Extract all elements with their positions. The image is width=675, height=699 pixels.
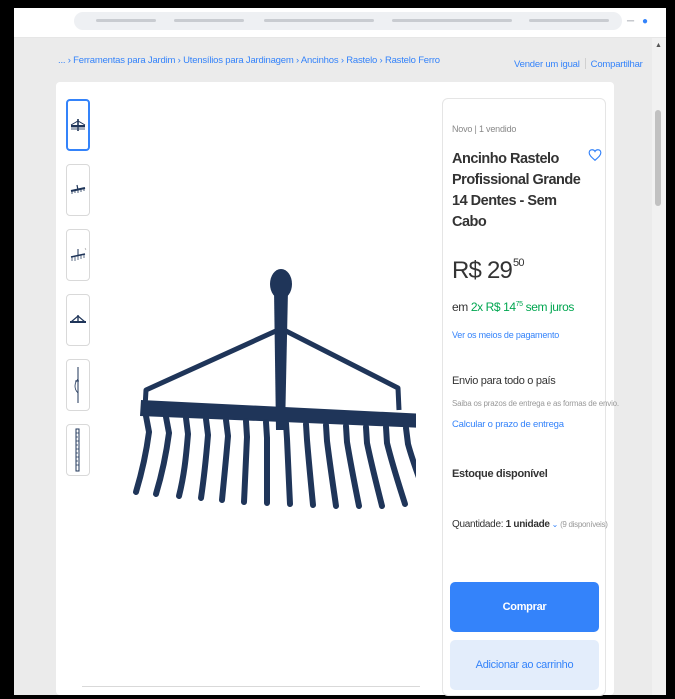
ruler-thumbnail-icon	[75, 428, 80, 472]
rake-front-thumbnail-icon	[70, 119, 86, 131]
favorite-heart-icon[interactable]	[588, 148, 602, 162]
product-main-image[interactable]	[116, 260, 416, 520]
buy-box: Novo | 1 vendido Ancinho Rastelo Profiss…	[442, 98, 619, 696]
installments-prefix: em	[452, 300, 471, 314]
calculate-delivery-link[interactable]: Calcular o prazo de entrega	[452, 419, 564, 430]
browser-address-bar: ─ ●	[14, 8, 666, 38]
url-text-fragment	[264, 19, 374, 22]
installments-count: 2x R$ 14	[470, 300, 516, 314]
condition-label: Novo | 1 vendido	[452, 124, 517, 134]
breadcrumb-item[interactable]: ... › Ferramentas para Jardim	[58, 55, 175, 66]
chevron-down-icon[interactable]: ⌄	[552, 520, 559, 529]
shipping-title: Envio para todo o país	[452, 375, 556, 387]
installments-info: em 2x R$ 1475 sem juros	[452, 300, 574, 314]
breadcrumb-separator: ›	[296, 55, 299, 66]
thumbnail-3[interactable]	[66, 229, 90, 281]
installments-cents: 75	[515, 301, 523, 308]
quantity-selector[interactable]: Quantidade: 1 unidade ⌄ (9 disponíveis)	[452, 519, 608, 530]
scroll-thumb[interactable]	[655, 110, 661, 206]
thumbnail-6[interactable]	[66, 424, 90, 476]
product-card: Novo | 1 vendido Ancinho Rastelo Profiss…	[56, 82, 619, 696]
rake-profile-thumbnail-icon	[74, 367, 79, 403]
thumbnail-4[interactable]	[66, 294, 90, 346]
price-cents: 50	[513, 257, 524, 269]
breadcrumb-separator: ›	[177, 55, 181, 66]
product-price: R$ 2950	[452, 257, 524, 285]
link-divider	[584, 58, 586, 69]
url-text-fragment	[96, 19, 156, 22]
top-links: Vender um igual Compartilhar	[514, 58, 643, 70]
add-to-cart-button[interactable]: Adicionar ao carrinho	[450, 640, 599, 690]
breadcrumb-item[interactable]: Utensílios para Jardinagem	[183, 55, 294, 66]
breadcrumb-separator: ›	[379, 55, 383, 66]
content-divider	[82, 686, 420, 687]
url-text-fragment	[392, 19, 512, 22]
window-frame-right	[666, 0, 675, 699]
breadcrumb-item[interactable]: Ancinhos	[301, 55, 339, 66]
scrollbar[interactable]: ▲	[652, 38, 666, 695]
share-link[interactable]: Compartilhar	[591, 59, 643, 70]
breadcrumb: ... › Ferramentas para Jardim › Utensíli…	[58, 55, 440, 66]
url-text-fragment	[174, 19, 244, 22]
quantity-label: Quantidade:	[452, 519, 506, 530]
breadcrumb-item[interactable]: Rastelo	[346, 55, 377, 66]
breadcrumb-item[interactable]: Rastelo Ferro	[385, 55, 440, 66]
installments-suffix: sem juros	[522, 300, 575, 314]
breadcrumb-separator: ›	[340, 55, 344, 66]
thumbnail-2[interactable]	[66, 164, 90, 216]
stock-status: Estoque disponível	[452, 468, 548, 480]
sell-similar-link[interactable]: Vender um igual	[514, 59, 580, 70]
rake-top-thumbnail-icon	[70, 315, 86, 323]
profile-icon[interactable]: ●	[642, 16, 648, 27]
thumbnail-1[interactable]	[66, 99, 90, 151]
window-frame-left	[0, 0, 14, 699]
scroll-up-icon[interactable]: ▲	[655, 42, 662, 49]
window-frame-top	[0, 0, 675, 8]
quantity-value[interactable]: 1 unidade	[506, 519, 550, 530]
payment-methods-link[interactable]: Ver os meios de pagamento	[452, 330, 559, 340]
url-field[interactable]	[74, 12, 622, 30]
rake-side-thumbnail-icon	[70, 247, 87, 261]
price-amount: R$ 29	[452, 257, 513, 284]
product-title: Ancinho Rastelo Profissional Grande 14 D…	[452, 151, 581, 230]
rake-angle-thumbnail-icon	[70, 184, 86, 194]
shipping-subtitle: Saiba os prazos de entrega e as formas d…	[452, 399, 619, 408]
thumbnail-5[interactable]	[66, 359, 90, 411]
extension-icon[interactable]: ─	[627, 16, 634, 27]
product-page: ... › Ferramentas para Jardim › Utensíli…	[14, 38, 652, 696]
url-text-fragment	[529, 19, 609, 22]
quantity-available: (9 disponíveis)	[560, 520, 608, 529]
buy-button[interactable]: Comprar	[450, 582, 599, 632]
